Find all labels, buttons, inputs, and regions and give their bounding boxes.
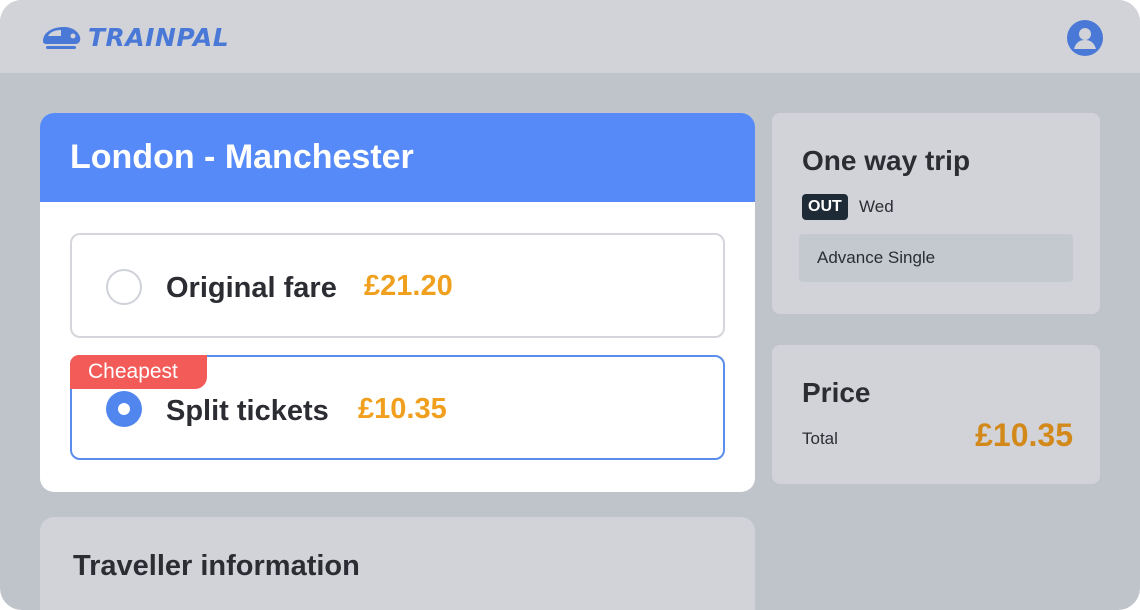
price-title: Price (802, 377, 871, 408)
brand-name: TRAINPAL (88, 22, 230, 52)
traveller-title: Traveller information (73, 550, 360, 582)
route-header: London - Manchester (40, 113, 755, 202)
header-bar: TRAINPAL (0, 0, 1140, 73)
fare-label: Original fare (166, 272, 337, 304)
trip-day: Wed (859, 197, 894, 216)
fare-price: £21.20 (364, 270, 453, 302)
trip-summary-card: One way trip OUT Wed Advance Single (772, 113, 1100, 314)
brand-logo[interactable]: TRAINPAL (40, 22, 229, 52)
price-total-value: £10.35 (975, 417, 1073, 453)
user-icon[interactable] (1067, 20, 1103, 56)
fare-option-original[interactable]: Original fare £21.20 (70, 233, 725, 338)
route-card: London - Manchester Original fare £21.20… (40, 113, 755, 492)
traveller-card: Traveller information (40, 517, 755, 610)
direction-badge: OUT (802, 194, 848, 220)
trip-title: One way trip (802, 145, 971, 176)
fare-label: Split tickets (166, 395, 329, 427)
cheapest-badge: Cheapest (70, 355, 207, 389)
app-window: TRAINPAL London - Manchester Original fa… (0, 0, 1140, 610)
price-total-label: Total (802, 429, 838, 448)
fare-option-split[interactable]: Cheapest Split tickets £10.35 (70, 355, 725, 460)
fare-price: £10.35 (358, 393, 447, 425)
train-icon (43, 27, 81, 49)
radio-selected-icon[interactable] (106, 391, 142, 427)
ticket-type: Advance Single (799, 234, 1073, 282)
radio-unselected-icon[interactable] (106, 269, 142, 305)
route-title: London - Manchester (70, 138, 414, 176)
price-card: Price Total £10.35 (772, 345, 1100, 484)
